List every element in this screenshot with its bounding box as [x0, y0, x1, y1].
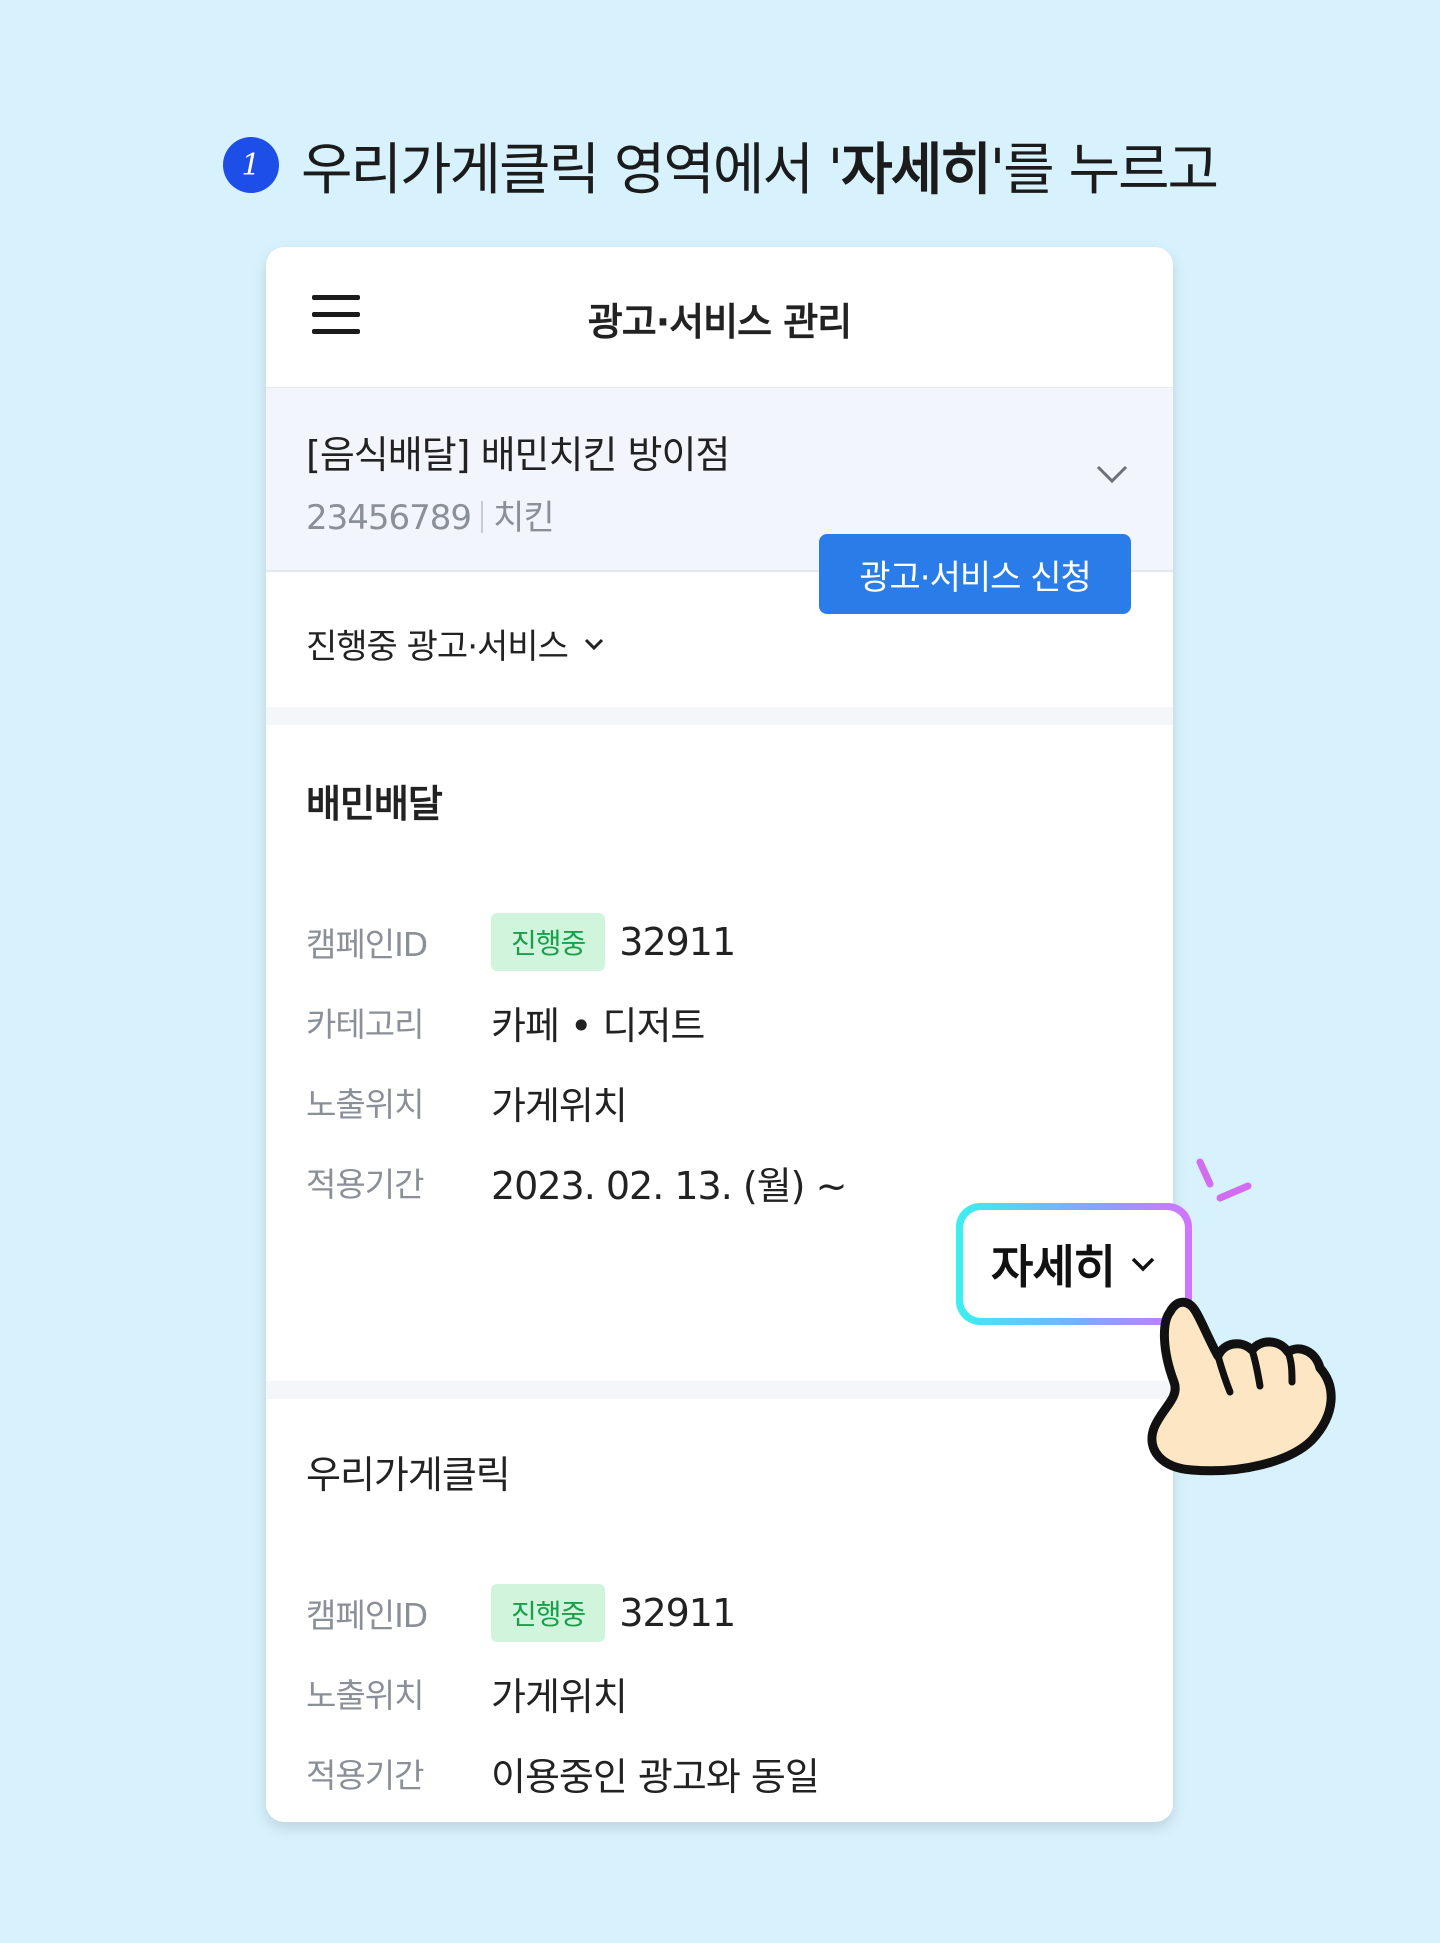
category-row: 카테고리 카페 • 디저트 [306, 992, 705, 1052]
app-screen: 광고·서비스 관리 [음식배달] 배민치킨 방이점 23456789 치킨 진행중… [266, 247, 1173, 1822]
apply-service-button[interactable]: 광고·서비스 신청 [819, 534, 1131, 614]
period-label: 적용기간 [306, 1756, 424, 1795]
step-number-badge: 1 [222, 137, 279, 193]
placement-value: 가게위치 [491, 1083, 628, 1128]
period-value: 2023. 02. 13. (월) ~ [491, 1163, 847, 1208]
campaign-id-label: 캠페인ID [306, 1596, 428, 1635]
placement-value: 가게위치 [491, 1674, 628, 1719]
campaign-id-value-wrap: 진행중 32911 [491, 913, 736, 971]
status-filter-dropdown[interactable]: 진행중 광고·서비스 [306, 619, 606, 668]
campaign-id-value-wrap: 진행중 32911 [491, 1584, 736, 1642]
section-title-baemin-delivery: 배민배달 [306, 782, 443, 826]
top-bar: 광고·서비스 관리 [266, 247, 1173, 387]
pointing-hand-icon [1147, 1297, 1336, 1476]
instruction-heading: 1 우리가게클릭 영역에서 '자세히'를 누르고 [0, 120, 1440, 210]
store-name: [음식배달] 배민치킨 방이점 [306, 433, 730, 477]
period-row: 적용기간 2023. 02. 13. (월) ~ [306, 1152, 847, 1212]
status-badge: 진행중 [491, 1584, 606, 1642]
instruction-text-pre: 우리가게클릭 영역에서 ' [300, 137, 843, 203]
placement-row: 노출위치 가게위치 [306, 1663, 628, 1723]
chevron-down-icon [1131, 1257, 1155, 1272]
campaign-id-value: 32911 [619, 1591, 736, 1635]
section-divider [266, 707, 1173, 725]
store-id: 23456789 [306, 498, 472, 538]
store-meta: 23456789 치킨 [306, 490, 555, 539]
instruction-text-bold: 자세히 [841, 137, 992, 203]
campaign-id-label: 캠페인ID [306, 925, 428, 964]
category-value: 카페 • 디저트 [491, 1003, 705, 1048]
page-title: 광고·서비스 관리 [587, 300, 852, 344]
campaign-id-row: 캠페인ID 진행중 32911 [306, 912, 736, 972]
chevron-down-icon[interactable] [1095, 456, 1129, 490]
period-row: 적용기간 이용중인 광고와 동일 [306, 1743, 820, 1803]
section-divider [266, 1381, 1173, 1399]
campaign-id-value: 32911 [619, 920, 736, 964]
instruction-text-post: '를 누르고 [989, 137, 1219, 203]
status-badge: 진행중 [491, 913, 606, 971]
store-category: 치킨 [493, 498, 555, 538]
meta-divider [481, 501, 484, 533]
status-filter-label: 진행중 광고·서비스 [306, 627, 569, 667]
detail-button-label: 자세히 [991, 1240, 1116, 1294]
sparkle-icon [1196, 1158, 1252, 1202]
chevron-down-icon [584, 638, 603, 650]
placement-row: 노출위치 가게위치 [306, 1072, 628, 1132]
placement-label: 노출위치 [306, 1676, 424, 1715]
section-title-our-store-click: 우리가게클릭 [306, 1453, 511, 1497]
period-label: 적용기간 [306, 1165, 424, 1204]
campaign-id-row: 캠페인ID 진행중 32911 [306, 1583, 736, 1643]
instruction-text: 우리가게클릭 영역에서 '자세히'를 누르고 [300, 125, 1219, 206]
period-value: 이용중인 광고와 동일 [491, 1754, 820, 1799]
category-label: 카테고리 [306, 1005, 424, 1044]
placement-label: 노출위치 [306, 1085, 424, 1124]
